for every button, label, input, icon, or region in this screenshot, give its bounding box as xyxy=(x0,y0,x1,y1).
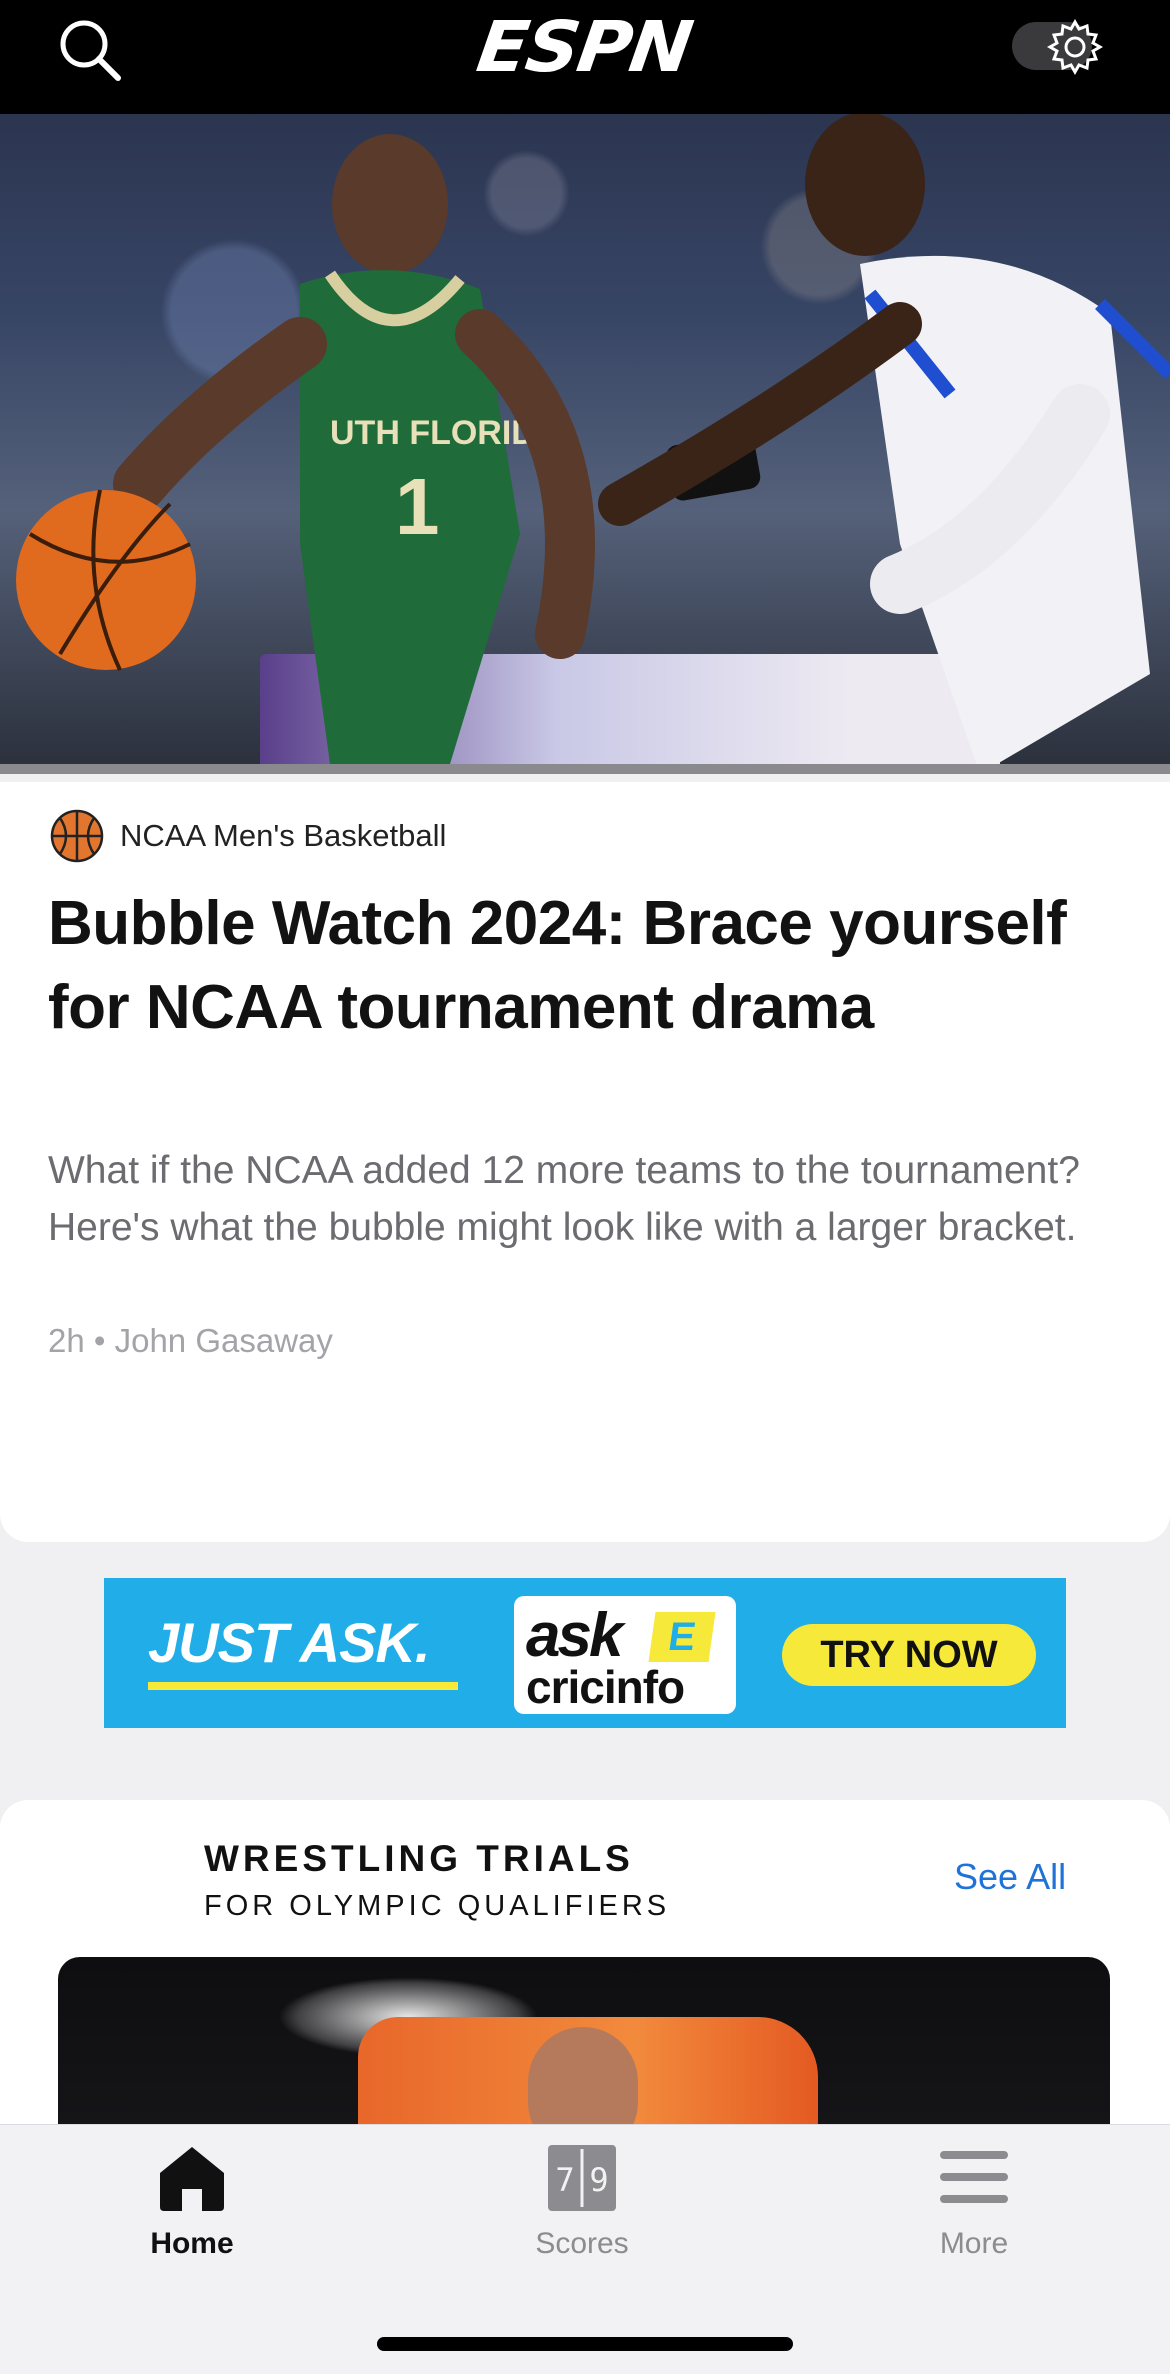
basketball-icon xyxy=(50,809,104,863)
scoreboard-icon: 7 9 xyxy=(548,2145,616,2211)
section-subtitle: FOR OLYMPIC QUALIFIERS xyxy=(204,1890,671,1922)
settings-button[interactable] xyxy=(1012,14,1108,76)
tab-home[interactable]: Home xyxy=(92,2143,292,2263)
see-all-link[interactable]: See All xyxy=(954,1856,1066,1898)
article-byline: 2h • John Gasaway xyxy=(48,1322,333,1359)
article-headline[interactable]: Bubble Watch 2024: Brace yourself for NC… xyxy=(48,882,1108,1050)
gear-icon xyxy=(1046,18,1104,76)
home-icon xyxy=(160,2147,224,2211)
search-icon xyxy=(60,20,121,81)
svg-text:1: 1 xyxy=(395,462,440,551)
ad-banner[interactable]: JUST ASK. ask E cricinfo TRY NOW xyxy=(104,1578,1066,1728)
top-bar: ESPN xyxy=(0,0,1170,114)
top-story-card[interactable]: NCAA Men's Basketball Bubble Watch 2024:… xyxy=(0,782,1170,1542)
svg-text:9: 9 xyxy=(589,2161,608,2199)
svg-text:7: 7 xyxy=(555,2161,574,2199)
espn-logo[interactable]: ESPN xyxy=(452,6,716,88)
sport-label: NCAA Men's Basketball xyxy=(120,818,447,853)
tab-scores[interactable]: 7 9 Scores xyxy=(482,2143,682,2263)
ad-brand-logo: ask E cricinfo xyxy=(514,1596,736,1714)
ad-cta-button[interactable]: TRY NOW xyxy=(782,1624,1036,1686)
basketball-players-illustration: UTH FLORIDA 1 xyxy=(16,114,1170,774)
ad-tagline: JUST ASK. xyxy=(148,1611,430,1674)
tab-more[interactable]: More xyxy=(874,2143,1074,2263)
ad-brand-bottom: cricinfo xyxy=(526,1661,685,1713)
ad-brand-e: E xyxy=(648,1612,716,1662)
sport-tag[interactable]: NCAA Men's Basketball xyxy=(50,808,446,864)
section-title: WRESTLING TRIALS xyxy=(204,1838,634,1879)
menu-icon xyxy=(940,2151,1008,2203)
hero-divider xyxy=(0,764,1170,774)
bottom-tab-bar: Home 7 9 Scores More xyxy=(0,2124,1170,2374)
tab-scores-label: Scores xyxy=(535,2227,629,2260)
hero-image[interactable]: UTH FLORIDA 1 xyxy=(0,114,1170,774)
home-indicator xyxy=(377,2337,793,2351)
tab-home-label: Home xyxy=(150,2227,234,2260)
tab-more-label: More xyxy=(939,2227,1009,2260)
search-button[interactable] xyxy=(52,12,128,88)
article-summary: What if the NCAA added 12 more teams to … xyxy=(48,1149,1080,1249)
ad-underline xyxy=(148,1682,458,1690)
